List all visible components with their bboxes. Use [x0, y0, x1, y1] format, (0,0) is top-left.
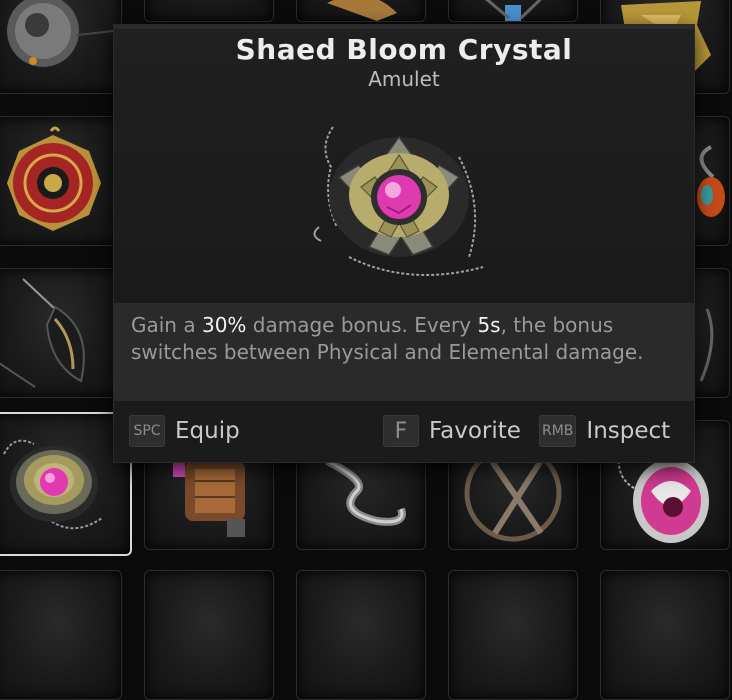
black-feather-amulet-icon — [0, 278, 85, 388]
inspect-action[interactable]: RMB Inspect — [539, 414, 670, 448]
inventory-slot[interactable] — [296, 0, 426, 22]
spacebar-key-icon: SPC — [129, 415, 165, 447]
item-description: Gain a 30% damage bonus. Every 5s, the b… — [114, 303, 694, 401]
spherical-amulet-icon — [7, 0, 114, 67]
inventory-slot[interactable] — [144, 570, 274, 700]
shaed-bloom-crystal-icon — [3, 439, 103, 530]
description-text: Gain a — [131, 313, 202, 337]
favorite-label: Favorite — [429, 418, 521, 444]
f-key-icon: F — [383, 415, 419, 447]
amulet-icon — [327, 0, 397, 21]
red-ornate-amulet-icon — [7, 126, 101, 231]
inventory-slot[interactable] — [0, 116, 122, 246]
amulet-icon — [145, 0, 273, 21]
equip-action[interactable]: SPC Equip — [129, 414, 240, 448]
inventory-slot[interactable] — [144, 0, 274, 22]
equip-label: Equip — [175, 418, 240, 444]
interval-value: 5s — [477, 313, 501, 337]
inventory-slot[interactable] — [0, 570, 122, 700]
inventory-slot[interactable] — [448, 570, 578, 700]
inspect-label: Inspect — [586, 418, 671, 444]
item-tooltip: Shaed Bloom Crystal Amulet Gain a 30% da… — [114, 25, 694, 462]
inventory-slot[interactable] — [296, 570, 426, 700]
favorite-action[interactable]: F Favorite — [383, 414, 521, 448]
action-bar: SPC Equip F Favorite RMB Inspect — [114, 401, 694, 462]
item-name: Shaed Bloom Crystal — [235, 33, 573, 66]
damage-bonus-value: 30% — [201, 313, 247, 337]
amulet-icon — [485, 0, 542, 21]
right-mouse-button-key-icon: RMB — [539, 415, 577, 447]
description-text: damage bonus. Every — [246, 313, 478, 337]
inventory-slot[interactable] — [600, 570, 730, 700]
inventory-slot-selected[interactable] — [0, 412, 132, 556]
inventory-slot[interactable] — [0, 0, 122, 94]
item-type: Amulet — [368, 67, 440, 91]
shaed-bloom-crystal-icon — [313, 126, 484, 276]
inventory-slot[interactable] — [0, 268, 122, 398]
inventory-slot[interactable] — [448, 0, 578, 22]
